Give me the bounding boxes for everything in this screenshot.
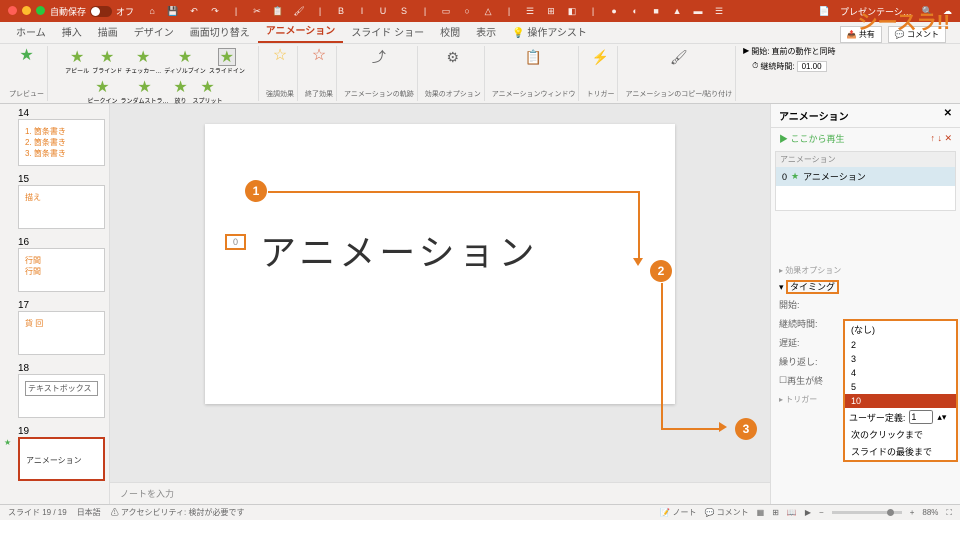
animation-pane: アニメーション✕ ▶ ここから再生↑ ↓ ✕ アニメーション 0★アニメーション… — [770, 104, 960, 504]
anim-item-0[interactable]: 0★アニメーション — [776, 167, 955, 186]
tab-home[interactable]: ホーム — [8, 20, 54, 43]
autosave-label: 自動保存 — [50, 5, 86, 18]
user-count-input[interactable] — [909, 410, 933, 424]
slide-thumbnails: 141. 箇条書き2. 箇条書き3. 箇条書き 15描え 16行間行間 17貨 … — [0, 104, 110, 504]
pane-title: アニメーション — [779, 108, 849, 123]
tab-draw[interactable]: 描画 — [90, 20, 126, 43]
autosave-toggle[interactable] — [90, 6, 112, 17]
tab-design[interactable]: デザイン — [126, 20, 182, 43]
notes-input[interactable]: ノートを入力 — [110, 482, 770, 504]
zoom-value[interactable]: 88% — [922, 508, 938, 517]
undo-icon[interactable]: ↶ — [188, 5, 200, 17]
view-reading[interactable]: 📖 — [787, 508, 797, 517]
preview-button[interactable]: ★ — [18, 46, 36, 64]
effect-peekin[interactable]: ★ — [93, 78, 111, 96]
home-icon[interactable]: ⌂ — [146, 5, 158, 17]
ribbon: ★ プレビュー ★アピール ★ブラインド ★チェッカー… ★ディゾルブイン ★ス… — [0, 44, 960, 104]
effect-blinds[interactable]: ★ — [98, 48, 116, 66]
tab-view[interactable]: 表示 — [468, 20, 504, 43]
slide-canvas[interactable]: 0 アニメーション — [205, 124, 675, 404]
repeat-dropdown[interactable]: (なし) 2 3 4 5 10 ユーザー定義:▴▾ 次のクリックまで スライドの… — [843, 319, 958, 462]
effect-appear[interactable]: ★ — [68, 48, 86, 66]
qat-icons[interactable]: ⌂💾↶↷ |✂📋🖌|BIUS |▭○△|☰⊞◧ |●◐■▲▬☰ — [146, 5, 725, 17]
save-icon[interactable]: 💾 — [167, 5, 179, 17]
anim-list: アニメーション 0★アニメーション — [775, 151, 956, 211]
thumb-15[interactable]: 描え — [18, 185, 105, 229]
tab-tellme[interactable]: 💡 操作アシスト — [504, 20, 595, 43]
thumb-18[interactable]: テキストボックス — [18, 374, 105, 418]
ribbon-tabs: ホーム 挿入 描画 デザイン 画面切り替え アニメーション スライド ショー 校… — [0, 22, 960, 44]
comments-toggle[interactable]: 💬 コメント — [704, 507, 748, 518]
options-button[interactable]: ⚙ — [442, 46, 464, 68]
notes-toggle[interactable]: 📝 ノート — [660, 507, 696, 518]
tab-animation[interactable]: アニメーション — [258, 18, 344, 43]
titlebar: 自動保存 オフ ⌂💾↶↷ |✂📋🖌|BIUS |▭○△|☰⊞◧ |●◐■▲▬☰ … — [0, 0, 960, 22]
tab-slideshow[interactable]: スライド ショー — [343, 20, 432, 43]
anim-tag[interactable]: 0 — [225, 234, 246, 250]
thumb-17[interactable]: 貨 回 — [18, 311, 105, 355]
view-normal[interactable]: ▦ — [757, 508, 765, 517]
canvas-area: 0 アニメーション ノートを入力 — [110, 104, 770, 504]
redo-icon[interactable]: ↷ — [209, 5, 221, 17]
accessibility-status[interactable]: ⚠ アクセシビリティ: 検討が必要です — [111, 507, 245, 518]
preview-label: プレビュー — [9, 89, 44, 101]
tab-review[interactable]: 校閲 — [432, 20, 468, 43]
thumb-16[interactable]: 行間行間 — [18, 248, 105, 292]
slide-text[interactable]: アニメーション — [260, 224, 539, 276]
brand-logo: シースラ!! — [858, 6, 950, 35]
emphasis-button[interactable]: ☆ — [271, 46, 289, 64]
play-button[interactable]: ▶ ここから再生 — [779, 132, 845, 145]
trigger-button[interactable]: ⚡ — [589, 46, 611, 68]
effect-random[interactable]: ★ — [135, 78, 153, 96]
window-controls[interactable] — [8, 6, 45, 15]
fit-icon[interactable]: ⛶ — [946, 508, 952, 518]
slide-count: スライド 19 / 19 — [8, 507, 67, 518]
autosave-state: オフ — [116, 5, 134, 18]
callout-2: 2 — [650, 260, 672, 282]
thumb-14[interactable]: 1. 箇条書き2. 箇条書き3. 箇条書き — [18, 119, 105, 166]
effect-throw[interactable]: ★ — [172, 78, 190, 96]
callout-3: 3 — [735, 418, 757, 440]
motion-button[interactable]: ⤴ — [368, 46, 390, 68]
effect-checker[interactable]: ★ — [134, 48, 152, 66]
thumb-19[interactable]: アニメーション — [18, 437, 105, 481]
view-slideshow[interactable]: ▶ — [805, 508, 811, 517]
copy-anim-button[interactable]: 🖌 — [668, 46, 690, 68]
exit-button[interactable]: ☆ — [310, 46, 328, 64]
effect-slidein[interactable]: ★ — [218, 48, 236, 66]
tab-insert[interactable]: 挿入 — [54, 20, 90, 43]
zoom-slider[interactable] — [832, 511, 902, 514]
duration-input[interactable]: 01.00 — [797, 61, 827, 72]
doc-icon: 📄 — [819, 6, 830, 17]
pane-button[interactable]: 📋 — [523, 46, 545, 68]
lang-status[interactable]: 日本語 — [77, 507, 101, 518]
view-sorter[interactable]: ⊞ — [772, 508, 779, 517]
status-bar: スライド 19 / 19 日本語 ⚠ アクセシビリティ: 検討が必要です 📝 ノ… — [0, 504, 960, 520]
timing-section[interactable]: タイミング — [786, 280, 839, 294]
effect-dissolve[interactable]: ★ — [176, 48, 194, 66]
close-icon[interactable]: ✕ — [944, 108, 952, 123]
callout-1: 1 — [245, 180, 267, 202]
tab-transition[interactable]: 画面切り替え — [182, 20, 258, 43]
effect-split[interactable]: ★ — [199, 78, 217, 96]
